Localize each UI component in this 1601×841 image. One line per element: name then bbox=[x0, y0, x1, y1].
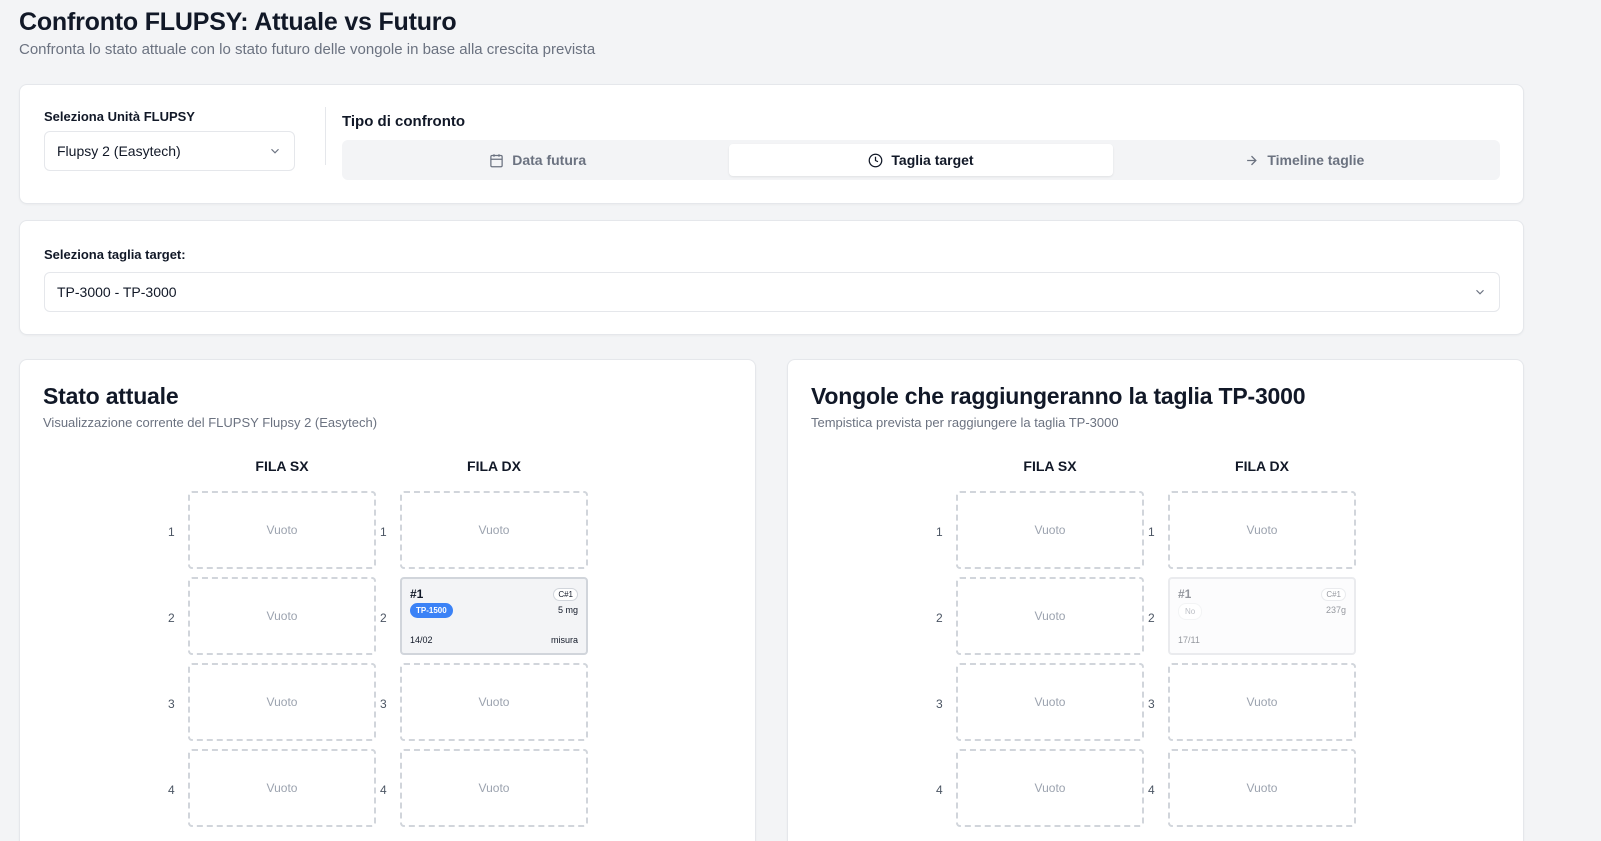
empty-slot[interactable]: Vuoto bbox=[400, 663, 588, 741]
divider bbox=[325, 107, 326, 165]
empty-slot[interactable]: Vuoto bbox=[956, 491, 1144, 569]
row-number: 3 bbox=[1148, 697, 1155, 711]
basket-operation: misura bbox=[550, 635, 578, 645]
column-header-dx: FILA DX bbox=[467, 458, 521, 474]
empty-slot[interactable]: Vuoto bbox=[956, 663, 1144, 741]
arrow-right-icon bbox=[1247, 155, 1258, 165]
empty-slot[interactable]: Vuoto bbox=[188, 577, 376, 655]
status-badge: No bbox=[1178, 603, 1203, 620]
page-title: Confronto FLUPSY: Attuale vs Futuro bbox=[19, 8, 457, 36]
page-subtitle: Confronta lo stato attuale con lo stato … bbox=[19, 41, 596, 58]
tab-label: Taglia target bbox=[891, 152, 974, 168]
cycle-badge: C#1 bbox=[1321, 588, 1346, 601]
basket-number: #1 bbox=[410, 587, 424, 601]
comparison-tabs: Data futura Taglia target Timeline tagli… bbox=[342, 140, 1500, 180]
current-state-panel: Stato attuale Visualizzazione corrente d… bbox=[19, 359, 756, 841]
chevron-down-icon bbox=[1476, 289, 1484, 295]
empty-slot[interactable]: Vuoto bbox=[956, 577, 1144, 655]
row-number: 3 bbox=[380, 697, 387, 711]
calendar-icon bbox=[490, 153, 503, 167]
future-state-panel: Vongole che raggiungeranno la taglia TP-… bbox=[787, 359, 1524, 841]
column-header-dx: FILA DX bbox=[1235, 458, 1289, 474]
basket-weight: 5 mg bbox=[557, 605, 578, 615]
empty-slot[interactable]: Vuoto bbox=[400, 491, 588, 569]
basket-card[interactable]: #1 C#1 No 237g 17/11 bbox=[1168, 577, 1356, 655]
column-header-sx: FILA SX bbox=[255, 458, 309, 474]
size-badge: TP-1500 bbox=[410, 603, 453, 618]
row-number: 3 bbox=[936, 697, 943, 711]
tab-taglia-target[interactable]: Taglia target bbox=[729, 144, 1113, 176]
unit-select[interactable]: Flupsy 2 (Easytech) bbox=[44, 131, 295, 171]
empty-slot[interactable]: Vuoto bbox=[188, 491, 376, 569]
empty-slot[interactable]: Vuoto bbox=[188, 663, 376, 741]
row-number: 1 bbox=[168, 525, 175, 539]
target-size-card: Seleziona taglia target: TP-3000 - TP-30… bbox=[19, 220, 1524, 335]
row-number: 2 bbox=[936, 611, 943, 625]
empty-slot[interactable]: Vuoto bbox=[1168, 491, 1356, 569]
basket-card[interactable]: #1 C#1 TP-1500 5 mg 14/02 misura bbox=[400, 577, 588, 655]
empty-slot[interactable]: Vuoto bbox=[956, 749, 1144, 827]
tab-timeline-taglie[interactable]: Timeline taglie bbox=[1113, 144, 1496, 176]
empty-slot[interactable]: Vuoto bbox=[1168, 749, 1356, 827]
row-number: 4 bbox=[936, 783, 943, 797]
row-number: 2 bbox=[380, 611, 387, 625]
basket-weight: 237g bbox=[1325, 605, 1346, 615]
row-number: 2 bbox=[1148, 611, 1155, 625]
tab-label: Timeline taglie bbox=[1267, 152, 1365, 168]
column-header-sx: FILA SX bbox=[1023, 458, 1077, 474]
basket-date: 14/02 bbox=[410, 635, 433, 645]
comparison-type-label: Tipo di confronto bbox=[342, 113, 466, 130]
unit-select-label: Seleziona Unità FLUPSY bbox=[44, 109, 195, 124]
cycle-badge: C#1 bbox=[553, 588, 578, 601]
row-number: 1 bbox=[936, 525, 943, 539]
row-number: 1 bbox=[1148, 525, 1155, 539]
empty-slot[interactable]: Vuoto bbox=[188, 749, 376, 827]
panel-subtitle: Visualizzazione corrente del FLUPSY Flup… bbox=[43, 415, 378, 430]
chevron-down-icon bbox=[271, 148, 279, 154]
clock-icon bbox=[869, 153, 883, 167]
panel-title: Stato attuale bbox=[43, 383, 179, 409]
basket-number: #1 bbox=[1178, 587, 1192, 601]
row-number: 1 bbox=[380, 525, 387, 539]
row-number: 4 bbox=[380, 783, 387, 797]
row-number: 4 bbox=[168, 783, 175, 797]
target-select-label: Seleziona taglia target: bbox=[44, 247, 186, 262]
tab-data-futura[interactable]: Data futura bbox=[346, 144, 729, 176]
row-number: 3 bbox=[168, 697, 175, 711]
panel-subtitle: Tempistica prevista per raggiungere la t… bbox=[811, 415, 1119, 430]
target-select-value: TP-3000 - TP-3000 bbox=[57, 284, 177, 300]
panel-title: Vongole che raggiungeranno la taglia TP-… bbox=[811, 383, 1306, 409]
target-size-select[interactable]: TP-3000 - TP-3000 bbox=[44, 272, 1500, 312]
empty-slot[interactable]: Vuoto bbox=[400, 749, 588, 827]
basket-date: 17/11 bbox=[1178, 635, 1200, 645]
row-number: 4 bbox=[1148, 783, 1155, 797]
unit-select-value: Flupsy 2 (Easytech) bbox=[57, 143, 181, 159]
tab-label: Data futura bbox=[512, 152, 587, 168]
empty-slot[interactable]: Vuoto bbox=[1168, 663, 1356, 741]
row-number: 2 bbox=[168, 611, 175, 625]
